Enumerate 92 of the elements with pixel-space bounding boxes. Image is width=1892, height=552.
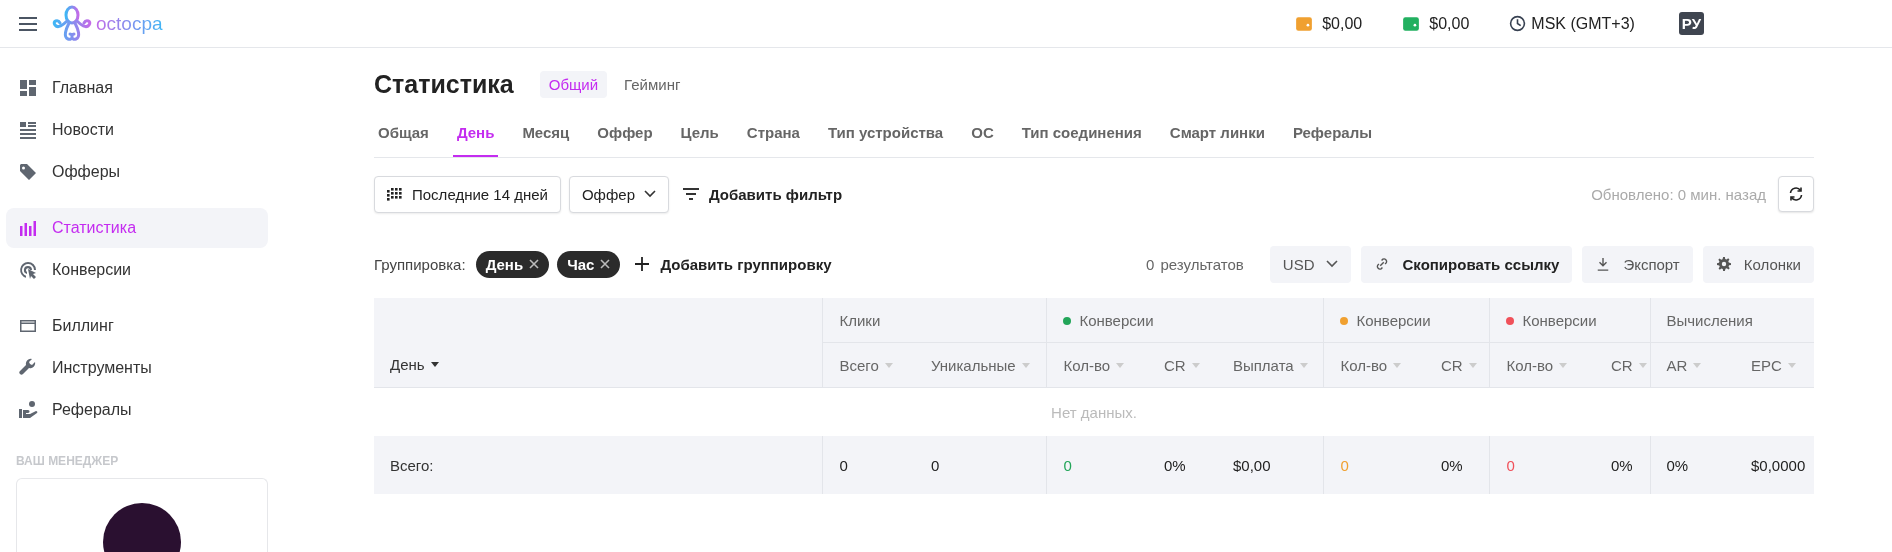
- segment-tab[interactable]: Общий: [539, 70, 608, 98]
- manager-heading: ВАШ МЕНЕДЖЕР: [16, 454, 120, 468]
- updated-time: Обновлено: 0 мин. назад: [1591, 185, 1766, 203]
- chevron-down-icon: [1326, 260, 1339, 268]
- timezone-label[interactable]: MSK (GMT+3): [1531, 14, 1635, 33]
- bar-chart-icon: [18, 218, 38, 238]
- sort-icon: [1393, 362, 1402, 368]
- copy-link-button[interactable]: Скопировать ссылку: [1361, 245, 1573, 283]
- table-cell: 0: [930, 456, 940, 474]
- empty-message: Нет данных.: [1051, 403, 1137, 421]
- sort-icon: [1787, 362, 1796, 368]
- sort-icon: [1191, 362, 1200, 368]
- sidebar-item[interactable]: Главная: [6, 68, 268, 108]
- balance-amount: $0,00: [1322, 14, 1363, 33]
- column-group-header: Вычисления: [1666, 311, 1753, 329]
- refresh-icon: [1788, 186, 1804, 202]
- page-title: Статистика: [374, 69, 514, 99]
- column-header[interactable]: День: [390, 356, 439, 373]
- export-button[interactable]: Экспорт: [1582, 245, 1693, 283]
- gear-icon: [1715, 257, 1732, 271]
- sidebar-item[interactable]: Рефералы: [6, 390, 268, 430]
- filter-icon: [683, 187, 699, 201]
- sort-icon: [430, 362, 439, 367]
- table-cell: 0: [1340, 456, 1349, 474]
- currency-select[interactable]: USD: [1269, 245, 1352, 283]
- chevron-down-icon: [644, 190, 656, 198]
- grouping-chip[interactable]: Час: [557, 250, 621, 278]
- column-group-header: Конверсии: [1063, 312, 1154, 330]
- grouping-label: Группировка:: [374, 255, 466, 273]
- date-range-button[interactable]: Последние 14 дней: [374, 175, 561, 213]
- tag-icon: [18, 162, 38, 182]
- tab[interactable]: Страна: [742, 112, 804, 157]
- sidebar-item[interactable]: Новости: [6, 110, 268, 150]
- tab[interactable]: Смарт линки: [1165, 112, 1269, 157]
- balance-amount: $0,00: [1429, 14, 1470, 33]
- table-cell: 0: [839, 456, 848, 474]
- sidebar-item[interactable]: Инструменты: [6, 348, 268, 388]
- tab[interactable]: Общая: [374, 112, 433, 157]
- add-filter-button[interactable]: Добавить фильтр: [677, 185, 849, 203]
- column-header[interactable]: AR: [1666, 356, 1702, 374]
- results-count: 0: [1146, 255, 1155, 273]
- sort-icon: [1021, 362, 1030, 368]
- results-label: результатов: [1160, 255, 1244, 273]
- table-cell: Всего:: [390, 456, 434, 474]
- list-icon: [18, 120, 38, 140]
- clock-icon: [1509, 15, 1527, 32]
- refresh-button[interactable]: [1778, 176, 1814, 212]
- sidebar-item[interactable]: Офферы: [6, 152, 268, 192]
- language-button[interactable]: РУ: [1678, 12, 1704, 35]
- sidebar-item[interactable]: Статистика: [6, 208, 268, 248]
- close-icon[interactable]: [600, 259, 611, 269]
- segment-tab[interactable]: Гейминг: [615, 70, 690, 98]
- sort-icon: [1559, 362, 1568, 368]
- table-cell: 0%: [1440, 456, 1463, 474]
- tab[interactable]: Рефералы: [1288, 112, 1376, 157]
- plus-icon: [634, 257, 651, 271]
- sort-icon: [1116, 362, 1125, 368]
- tab[interactable]: Оффер: [593, 112, 657, 157]
- table-cell: 0: [1063, 456, 1072, 474]
- sidebar-item[interactable]: Биллинг: [6, 306, 268, 346]
- sort-icon: [1693, 362, 1702, 368]
- table-cell: $0,00: [1232, 456, 1271, 474]
- sort-icon: [884, 362, 893, 368]
- columns-button[interactable]: Колонки: [1702, 245, 1814, 283]
- tab[interactable]: Месяц: [518, 112, 574, 157]
- offer-select[interactable]: Оффер: [568, 175, 669, 213]
- column-group-header: Конверсии: [1340, 312, 1431, 330]
- tab[interactable]: ОС: [967, 112, 998, 157]
- table-cell: 0: [1506, 456, 1515, 474]
- tab[interactable]: Тип устройства: [823, 112, 948, 157]
- person-hand-icon: [18, 400, 38, 420]
- grid-dots-icon: [387, 187, 403, 201]
- dashboard-icon: [18, 78, 38, 98]
- table-cell: 0%: [1163, 456, 1186, 474]
- add-grouping-button[interactable]: Добавить группировку: [628, 255, 838, 273]
- tab[interactable]: День: [452, 112, 499, 157]
- target-cursor-icon: [18, 260, 38, 280]
- menu-icon[interactable]: [18, 15, 38, 32]
- sidebar-item[interactable]: Конверсии: [6, 250, 268, 290]
- sort-icon: [1299, 362, 1308, 368]
- table-cell: 0%: [1611, 456, 1633, 474]
- table-cell: $0,0000: [1751, 456, 1806, 474]
- tab[interactable]: Цель: [676, 112, 723, 157]
- octopus-logo-icon: [52, 3, 92, 44]
- tab[interactable]: Тип соединения: [1017, 112, 1146, 157]
- column-group-header: Клики: [839, 311, 881, 329]
- wrench-icon: [18, 358, 38, 378]
- grouping-chip[interactable]: День: [475, 250, 550, 278]
- column-group-header: Конверсии: [1506, 312, 1597, 330]
- close-icon[interactable]: [529, 259, 540, 269]
- table-cell: 0%: [1666, 456, 1689, 474]
- sort-icon: [1468, 362, 1477, 368]
